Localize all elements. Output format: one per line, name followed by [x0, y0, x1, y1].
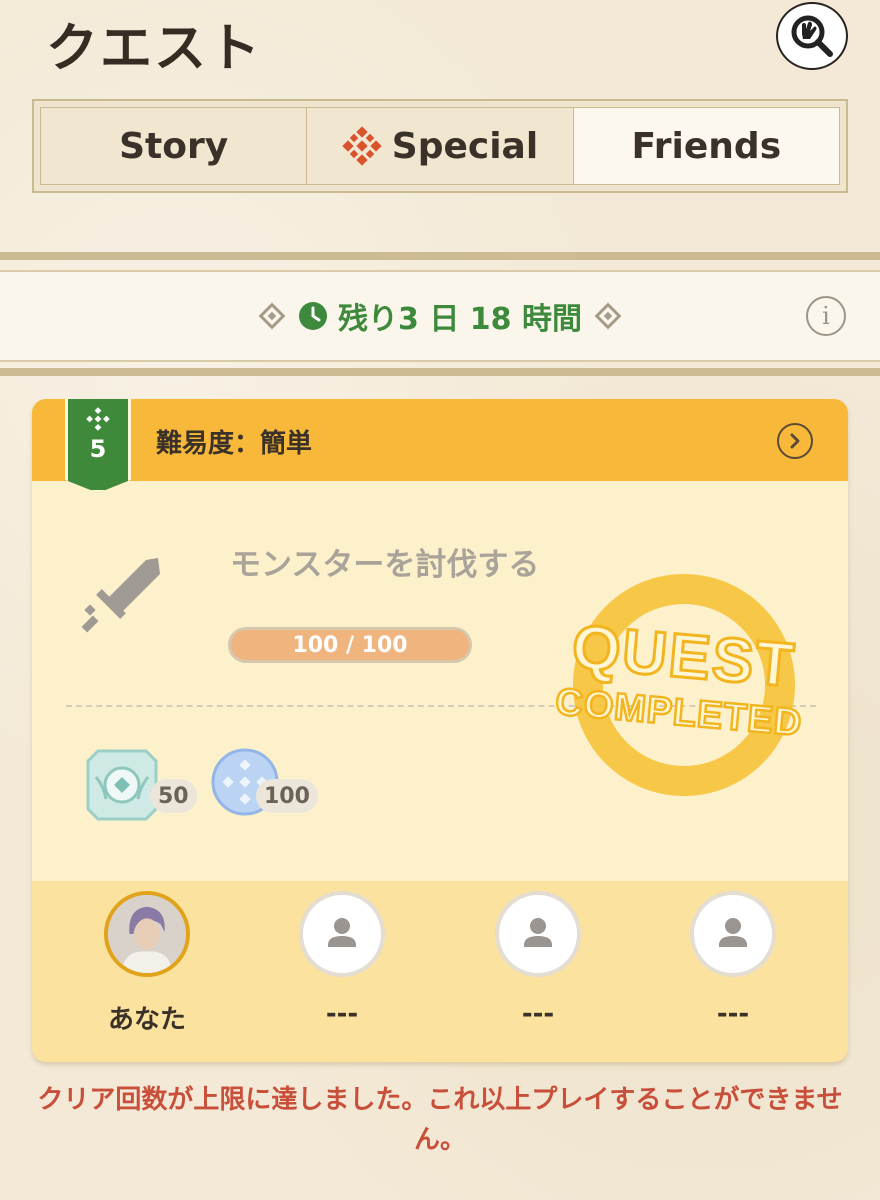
user-placeholder-icon	[524, 918, 552, 947]
player-avatar-icon	[108, 895, 186, 973]
sword-icon	[81, 558, 160, 633]
member-name: ---	[521, 999, 555, 1029]
user-placeholder-icon	[719, 918, 747, 947]
band-rule-bottom	[0, 368, 880, 376]
avatar	[299, 891, 385, 977]
level-emblem-icon	[86, 407, 110, 431]
member-name: ---	[325, 999, 359, 1029]
member-slot-self[interactable]: あなた	[77, 891, 217, 1036]
avatar	[104, 891, 190, 977]
member-slot-empty[interactable]: ---	[468, 891, 608, 1029]
search-button[interactable]	[776, 2, 848, 70]
quest-progress-bar: 100 / 100	[228, 627, 472, 663]
clear-limit-notice: クリア回数が上限に達しました。これ以上プレイすることができません。	[37, 1085, 843, 1155]
member-name: ---	[716, 999, 750, 1029]
time-remaining-banner: 残り3 日 18 時間	[0, 270, 880, 362]
chevron-right-icon	[790, 433, 800, 449]
tab-special-label: Special	[391, 125, 539, 167]
tab-story[interactable]: Story	[41, 108, 308, 184]
tab-friends-label: Friends	[631, 125, 782, 167]
crest-gem-icon	[86, 749, 158, 821]
reward-item: 100	[210, 747, 318, 827]
quest-objective: モンスターを討伐する	[230, 547, 540, 583]
time-remaining-text: 残り3 日 18 時間	[338, 302, 582, 337]
quest-progress-text: 100 / 100	[292, 632, 408, 658]
page-title: クエスト	[46, 19, 263, 79]
level-number: 5	[89, 435, 107, 463]
member-slot-empty[interactable]: ---	[663, 891, 803, 1029]
user-placeholder-icon	[328, 918, 356, 947]
reward-count: 100	[256, 779, 318, 813]
member-name: あなた	[107, 1005, 186, 1035]
level-badge: 5	[65, 399, 131, 493]
info-icon[interactable]: i	[806, 296, 846, 336]
quest-detail-button[interactable]	[777, 423, 813, 459]
tab-friends[interactable]: Friends	[573, 108, 839, 184]
band-rule-top	[0, 252, 880, 260]
quest-completed-stamp: QUEST COMPLETED	[552, 574, 805, 796]
diamond-ornament-right-icon	[594, 302, 622, 330]
difficulty-label: 難易度：簡単	[156, 429, 313, 459]
quest-card[interactable]: 5 難易度：簡単 モンスターを討伐する 100 / 100 50 100 QUE…	[32, 399, 848, 1062]
quest-tabs: Story Special Friends	[32, 99, 848, 193]
tab-special[interactable]: Special	[307, 108, 574, 184]
search-hand-icon	[791, 15, 833, 57]
avatar	[690, 891, 776, 977]
reward-count: 50	[150, 779, 197, 813]
tab-story-label: Story	[119, 125, 229, 167]
diamond-ornament-left-icon	[258, 302, 286, 330]
special-emblem-icon	[342, 126, 382, 166]
member-slot-empty[interactable]: ---	[272, 891, 412, 1029]
clock-icon	[299, 302, 328, 330]
quest-card-header	[32, 399, 848, 481]
avatar	[495, 891, 581, 977]
reward-item: 50	[84, 747, 197, 827]
